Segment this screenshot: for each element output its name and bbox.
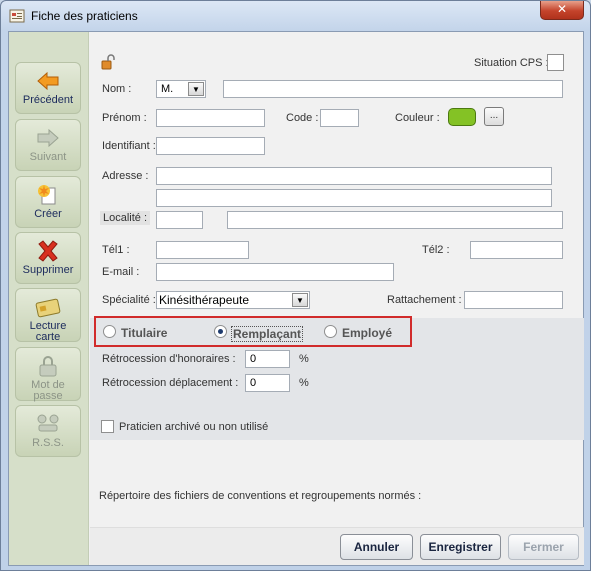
password-label-2: passe xyxy=(33,390,63,402)
close-icon: ✕ xyxy=(556,2,568,16)
window: Fiche des praticiens ✕ Précédent Suivant xyxy=(0,0,591,571)
form-panel: Situation CPS : Nom : M. ▼ Prénom : Code… xyxy=(90,32,584,565)
prenom-label: Prénom : xyxy=(102,112,147,124)
card-reader-label-2: carte xyxy=(35,331,61,343)
tel2-label: Tél2 : xyxy=(422,244,450,256)
couleur-picker-label: ... xyxy=(489,110,499,121)
specialite-label: Spécialité : xyxy=(102,294,156,306)
rattachement-label: Rattachement : xyxy=(387,294,462,306)
rss-button[interactable]: R.S.S. xyxy=(15,405,81,457)
percent-label-1: % xyxy=(299,353,309,365)
retro-deplacement-field[interactable]: 0 xyxy=(245,374,290,392)
tel1-field[interactable] xyxy=(156,241,249,259)
highlight-box xyxy=(94,316,412,347)
retro-deplacement-label: Rétrocession déplacement : xyxy=(102,377,239,389)
prenom-field[interactable] xyxy=(156,109,265,127)
client-area: Précédent Suivant Créer Supprimer Lectur… xyxy=(8,31,584,566)
card-reader-icon xyxy=(35,298,61,318)
previous-button[interactable]: Précédent xyxy=(15,62,81,114)
retro-honoraires-field[interactable]: 0 xyxy=(245,350,290,368)
create-icon xyxy=(38,185,56,205)
situation-cps-label: Situation CPS : xyxy=(474,57,549,69)
app-icon xyxy=(9,9,25,23)
nom-field[interactable] xyxy=(223,80,563,98)
next-button[interactable]: Suivant xyxy=(15,119,81,171)
specialite-value: Kinésithérapeute xyxy=(159,293,250,307)
retro-honoraires-value: 0 xyxy=(250,353,257,365)
cancel-label: Annuler xyxy=(353,540,400,554)
sidebar: Précédent Suivant Créer Supprimer Lectur… xyxy=(9,32,89,565)
title-bar: Fiche des praticiens ✕ xyxy=(1,1,590,31)
lock-open-icon[interactable] xyxy=(100,54,116,70)
arrow-right-icon xyxy=(37,128,59,148)
delete-icon xyxy=(38,240,58,262)
localite-cp-field[interactable] xyxy=(156,211,203,229)
couleur-picker-button[interactable]: ... xyxy=(484,107,504,126)
couleur-label: Couleur : xyxy=(395,112,440,124)
window-title: Fiche des praticiens xyxy=(31,9,138,23)
code-label: Code : xyxy=(286,112,319,124)
create-button[interactable]: Créer xyxy=(15,176,81,228)
password-icon xyxy=(39,356,57,377)
identifiant-label: Identifiant : xyxy=(102,140,156,152)
close-form-button[interactable]: Fermer xyxy=(508,534,579,560)
save-label: Enregistrer xyxy=(428,540,493,554)
cancel-button[interactable]: Annuler xyxy=(340,534,413,560)
couleur-swatch[interactable] xyxy=(448,108,476,126)
situation-cps-field[interactable] xyxy=(547,54,564,71)
localite-ville-field[interactable] xyxy=(227,211,563,229)
chevron-down-icon[interactable]: ▼ xyxy=(292,293,308,307)
civilite-value: M. xyxy=(161,83,174,95)
retro-honoraires-label: Rétrocession d'honoraires : xyxy=(102,353,236,365)
delete-button[interactable]: Supprimer xyxy=(15,232,81,284)
arrow-left-icon xyxy=(37,71,59,91)
nom-label: Nom : xyxy=(102,83,132,95)
password-button[interactable]: Mot de passe xyxy=(15,347,81,402)
archive-checkbox[interactable] xyxy=(101,420,114,433)
archive-label: Praticien archivé ou non utilisé xyxy=(119,421,269,433)
adresse-line2-field[interactable] xyxy=(156,189,552,207)
email-label: E-mail : xyxy=(102,266,140,278)
code-field[interactable] xyxy=(320,109,359,127)
email-field[interactable] xyxy=(156,263,394,281)
close-form-label: Fermer xyxy=(523,540,564,554)
footer: Annuler Enregistrer Fermer xyxy=(90,527,584,565)
save-button[interactable]: Enregistrer xyxy=(420,534,501,560)
repertoire-label: Répertoire des fichiers de conventions e… xyxy=(99,490,422,502)
civilite-select[interactable]: M. ▼ xyxy=(156,80,206,98)
specialite-select[interactable]: Kinésithérapeute ▼ xyxy=(156,291,310,309)
identifiant-field[interactable] xyxy=(156,137,265,155)
adresse-line1-field[interactable] xyxy=(156,167,552,185)
percent-label-2: % xyxy=(299,377,309,389)
rss-icon xyxy=(37,414,59,432)
previous-label: Précédent xyxy=(22,94,74,106)
next-label: Suivant xyxy=(29,151,67,163)
delete-label: Supprimer xyxy=(22,264,74,276)
rss-label: R.S.S. xyxy=(32,437,64,449)
close-button[interactable]: ✕ xyxy=(540,1,584,20)
chevron-down-icon[interactable]: ▼ xyxy=(188,82,204,96)
retro-deplacement-value: 0 xyxy=(250,377,257,389)
adresse-label: Adresse : xyxy=(102,170,149,182)
card-reader-button[interactable]: Lecture carte xyxy=(15,288,81,343)
rattachement-field[interactable] xyxy=(464,291,563,309)
tel1-label: Tél1 : xyxy=(102,244,130,256)
localite-label: Localité : xyxy=(100,211,151,225)
create-label: Créer xyxy=(34,208,62,220)
tel2-field[interactable] xyxy=(470,241,563,259)
